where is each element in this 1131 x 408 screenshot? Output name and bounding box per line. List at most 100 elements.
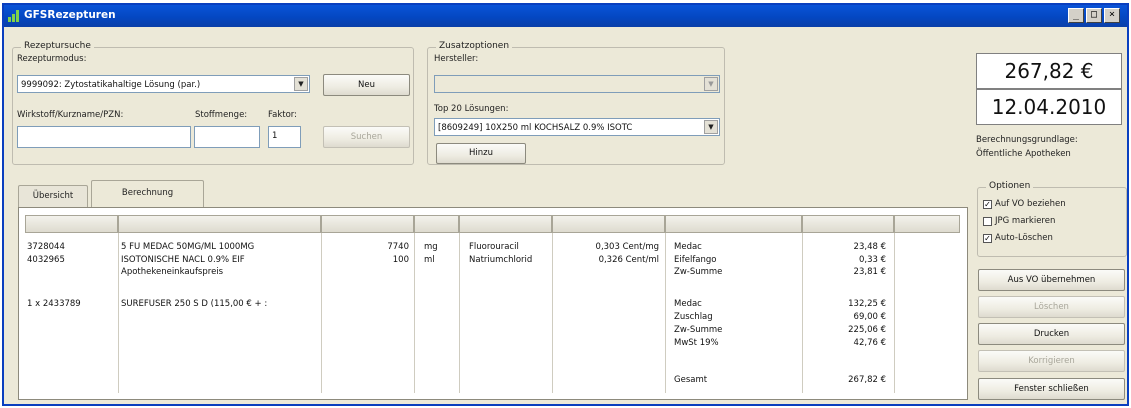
close-window-label: Fenster schließen (1014, 384, 1089, 394)
column-divider (414, 233, 415, 393)
cost-label: MwSt 19% (674, 338, 719, 348)
table-row-substance: Fluorouracil (469, 242, 519, 252)
table-row-name: Apothekeneinkaufspreis (121, 267, 224, 277)
cost-value: 23,48 € (853, 242, 886, 252)
checkbox-mark-jpg-label: JPG markieren (995, 216, 1056, 226)
new-button[interactable]: Neu (323, 74, 410, 96)
cost-label: Zuschlag (674, 312, 713, 322)
cost-value: 42,76 € (853, 338, 886, 348)
table-row-name: SUREFUSER 250 S D (115,00 € + : (121, 299, 268, 309)
chevron-down-icon[interactable]: ▼ (294, 77, 308, 91)
date-display: 12.04.2010 (976, 89, 1122, 125)
column-divider (894, 233, 895, 393)
options-group: Optionen ✓ Auf VO beziehen JPG markieren… (977, 181, 1127, 257)
top20-label: Top 20 Lösungen: (434, 104, 509, 114)
column-header[interactable] (802, 215, 894, 233)
table-row-pzn: 1 x 2433789 (27, 299, 81, 309)
top20-value: [8609249] 10X250 ml KOCHSALZ 0.9% ISOTC (438, 123, 633, 133)
table-row-qty: 100 (392, 255, 409, 265)
maximize-button[interactable]: □ (1086, 8, 1102, 23)
column-header[interactable] (25, 215, 118, 233)
table-header (25, 215, 960, 233)
table-row-qty: 7740 (387, 242, 409, 252)
checkbox-auto-delete[interactable]: ✓ (983, 234, 992, 243)
search-button-label: Suchen (350, 132, 383, 142)
column-divider (118, 233, 119, 393)
cost-label: Eifelfango (674, 255, 717, 265)
title-bar[interactable]: GFSRezepturen _ □ × (4, 5, 1127, 27)
correct-button-label: Korrigieren (1028, 356, 1075, 366)
table-row-substance: Natriumchlorid (469, 255, 533, 265)
tab-calculation[interactable]: Berechnung (91, 180, 204, 207)
checkbox-refer-vo-label: Auf VO beziehen (995, 199, 1066, 209)
cost-label: Gesamt (674, 375, 708, 385)
column-header[interactable] (665, 215, 802, 233)
cost-value: 132,25 € (848, 299, 886, 309)
extra-options-group: Zusatzoptionen Hersteller: ▼ Top 20 Lösu… (427, 41, 725, 165)
table-row-price: 0,326 Cent/ml (598, 255, 659, 265)
table-row-name: ISOTONISCHE NACL 0.9% EIF (121, 255, 245, 265)
column-divider (552, 233, 553, 393)
column-divider (665, 233, 666, 393)
column-divider (802, 233, 803, 393)
column-header[interactable] (414, 215, 459, 233)
add-button-label: Hinzu (469, 148, 493, 158)
basis-value: Öffentliche Apotheken (976, 149, 1071, 159)
delete-button-label: Löschen (1034, 302, 1069, 312)
search-button[interactable]: Suchen (323, 126, 410, 148)
recipe-search-group: Rezeptursuche Rezepturmodus: 9999092: Zy… (12, 41, 414, 165)
minimize-button[interactable]: _ (1068, 8, 1084, 23)
recipe-mode-label: Rezepturmodus: (17, 54, 87, 64)
chevron-down-icon[interactable]: ▼ (704, 77, 718, 91)
manufacturer-select[interactable]: ▼ (434, 75, 720, 93)
substance-input[interactable] (17, 126, 191, 148)
column-header[interactable] (459, 215, 552, 233)
factor-input[interactable]: 1 (268, 126, 301, 148)
cost-label: Zw-Summe (674, 267, 723, 277)
table-row-pzn: 3728044 (27, 242, 65, 252)
take-from-vo-label: Aus VO übernehmen (1007, 275, 1096, 285)
print-button[interactable]: Drucken (978, 323, 1125, 345)
take-from-vo-button[interactable]: Aus VO übernehmen (978, 269, 1125, 291)
total-price-value: 267,82 € (1004, 59, 1094, 83)
amount-input[interactable] (194, 126, 260, 148)
close-window-button[interactable]: Fenster schließen (978, 378, 1125, 400)
table-row-price: 0,303 Cent/mg (595, 242, 659, 252)
column-header[interactable] (118, 215, 321, 233)
recipe-mode-value: 9999092: Zytostatikahaltige Lösung (par.… (21, 80, 201, 90)
column-header[interactable] (321, 215, 414, 233)
window-title: GFSRezepturen (24, 9, 116, 21)
add-button[interactable]: Hinzu (436, 143, 526, 164)
recipe-mode-select[interactable]: 9999092: Zytostatikahaltige Lösung (par.… (17, 75, 310, 93)
cost-value: 69,00 € (853, 312, 886, 322)
chevron-down-icon[interactable]: ▼ (704, 120, 718, 134)
checkbox-auto-delete-label: Auto-Löschen (995, 233, 1053, 243)
top20-select[interactable]: [8609249] 10X250 ml KOCHSALZ 0.9% ISOTC … (434, 118, 720, 136)
checkbox-mark-jpg[interactable] (983, 217, 992, 226)
cost-label: Medac (674, 242, 702, 252)
column-header[interactable] (552, 215, 665, 233)
new-button-label: Neu (358, 80, 375, 90)
tab-overview[interactable]: Übersicht (18, 185, 88, 207)
table-row-pzn: 4032965 (27, 255, 65, 265)
app-window: GFSRezepturen _ □ × Rezeptursuche Rezept… (2, 3, 1129, 406)
close-button[interactable]: × (1104, 8, 1120, 23)
cost-value: 0,33 € (858, 255, 886, 265)
cost-value: 23,81 € (853, 267, 886, 277)
cost-label: Zw-Summe (674, 325, 723, 335)
recipe-search-title: Rezeptursuche (21, 41, 94, 51)
amount-label: Stoffmenge: (195, 110, 248, 120)
extra-options-title: Zusatzoptionen (436, 41, 513, 51)
factor-value: 1 (272, 131, 278, 141)
correct-button[interactable]: Korrigieren (978, 350, 1125, 372)
delete-button[interactable]: Löschen (978, 296, 1125, 318)
table-row-unit: ml (424, 255, 435, 265)
calculation-table: 3728044 5 FU MEDAC 50MG/ML 1000MG 7740 m… (18, 207, 968, 400)
cost-label: Medac (674, 299, 702, 309)
cost-value: 267,82 € (848, 375, 886, 385)
column-header[interactable] (894, 215, 960, 233)
total-price-display: 267,82 € (976, 53, 1122, 89)
column-divider (321, 233, 322, 393)
checkbox-refer-vo[interactable]: ✓ (983, 200, 992, 209)
substance-label: Wirkstoff/Kurzname/PZN: (17, 110, 124, 120)
